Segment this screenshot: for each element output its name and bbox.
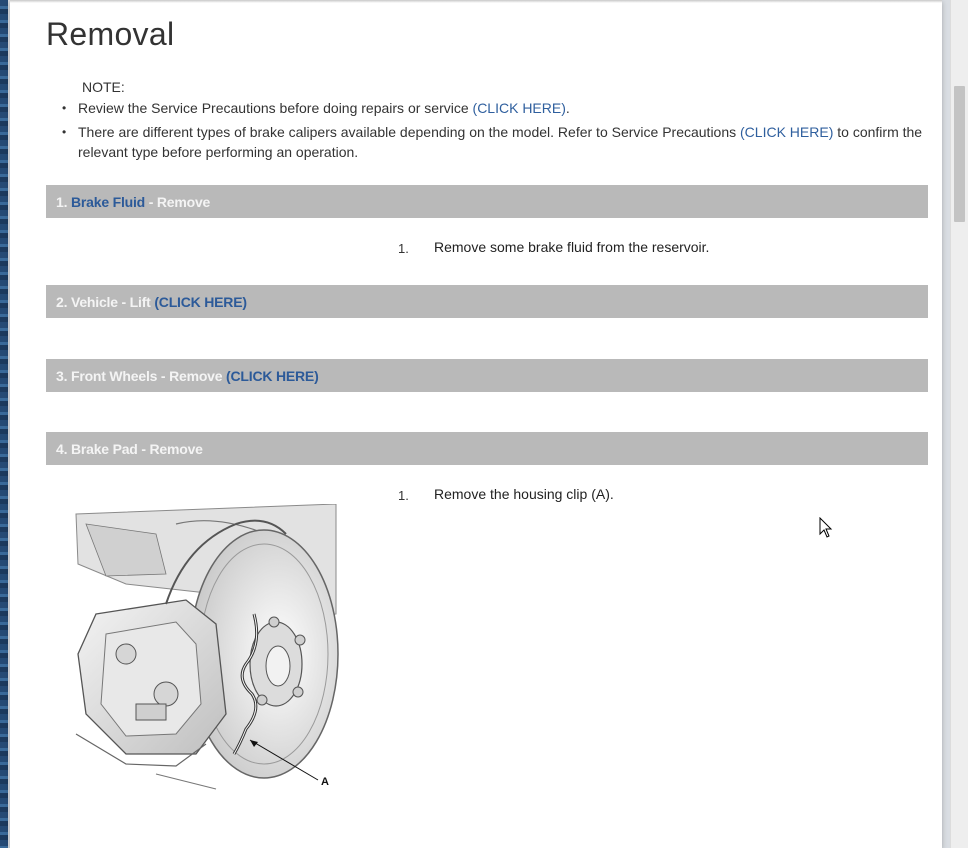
step-label: 3. Front Wheels - Remove	[56, 368, 227, 384]
header-shadow	[10, 0, 942, 3]
step-header-brake-fluid: 1. Brake Fluid - Remove	[46, 185, 928, 218]
note-text: Review the Service Precautions before do…	[78, 100, 473, 116]
page-title: Removal	[46, 16, 175, 52]
brake-caliper-illustration: A	[75, 504, 339, 790]
instruction-text: Remove the housing clip (A).	[434, 486, 614, 502]
note-label: NOTE:	[82, 79, 125, 95]
step-header-brake-pad: 4. Brake Pad - Remove	[46, 432, 928, 465]
step-label: 2. Vehicle - Lift	[56, 294, 155, 310]
step-header-vehicle-lift: 2. Vehicle - Lift (CLICK HERE)	[46, 285, 928, 318]
click-here-link[interactable]: (CLICK HERE)	[154, 294, 247, 310]
desktop-background	[0, 0, 8, 848]
document-page: Removal NOTE: Review the Service Precaut…	[10, 0, 942, 848]
step-suffix: - Remove	[145, 194, 211, 210]
click-here-link[interactable]: (CLICK HERE)	[740, 124, 833, 140]
note-list: Review the Service Precautions before do…	[46, 98, 936, 166]
instruction-number: 1.	[398, 488, 409, 503]
step-header-front-wheels: 3. Front Wheels - Remove (CLICK HERE)	[46, 359, 928, 392]
vertical-scrollbar[interactable]	[950, 0, 968, 848]
note-text: There are different types of brake calip…	[78, 124, 741, 140]
note-text-end: .	[565, 100, 570, 116]
scrollbar-thumb[interactable]	[954, 86, 965, 222]
brake-fluid-link[interactable]: Brake Fluid	[71, 194, 145, 210]
arrow-cursor-icon	[819, 517, 833, 538]
instruction-number: 1.	[398, 241, 409, 256]
click-here-link[interactable]: (CLICK HERE)	[473, 100, 566, 116]
note-item: Review the Service Precautions before do…	[46, 98, 936, 118]
instruction-text: Remove some brake fluid from the reservo…	[434, 239, 710, 255]
step-label: 4. Brake Pad - Remove	[56, 441, 203, 457]
app-window: Removal NOTE: Review the Service Precaut…	[8, 0, 968, 848]
note-item: There are different types of brake calip…	[46, 122, 936, 162]
step-number: 1.	[56, 194, 68, 210]
callout-label: A	[321, 776, 329, 788]
click-here-link[interactable]: (CLICK HERE)	[226, 368, 319, 384]
